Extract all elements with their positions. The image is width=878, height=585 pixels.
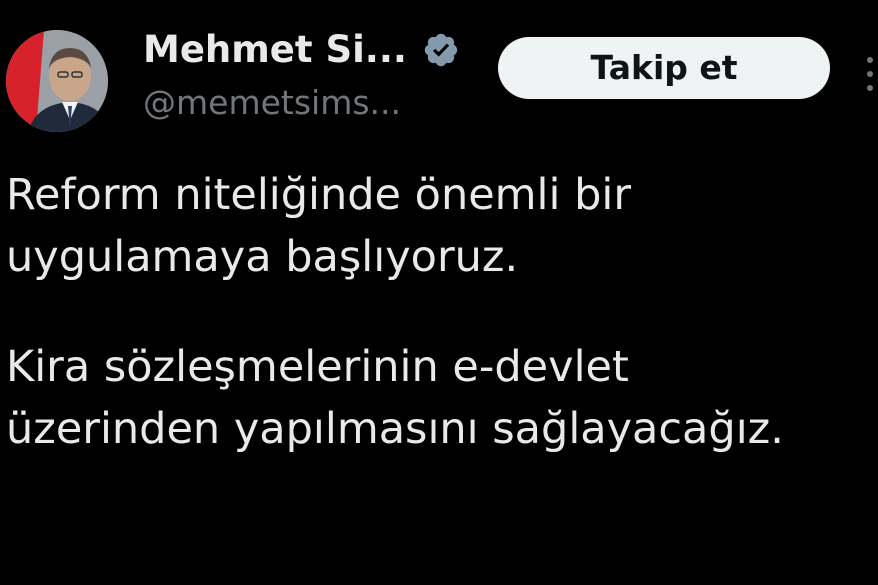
follow-button[interactable]: Takip et: [498, 37, 830, 99]
author-handle[interactable]: @memetsims...: [143, 82, 401, 124]
tweet-paragraph-2-line-1: Kira sözleşmelerinin e-devlet: [6, 342, 629, 392]
tweet-text: Reform niteliğinde önemli bir uygulamaya…: [6, 164, 878, 460]
verified-badge-icon: [424, 33, 458, 67]
tweet-paragraph-2-line-2: üzerinden yapılmasını sağlayacağız.: [6, 404, 784, 454]
avatar[interactable]: [6, 30, 108, 132]
tweet-paragraph-1-line-1: Reform niteliğinde önemli bir: [6, 170, 632, 220]
more-vertical-icon[interactable]: [862, 54, 878, 94]
author-display-name[interactable]: Mehmet Si...: [143, 28, 407, 72]
profile-photo-icon: [6, 30, 108, 132]
tweet-paragraph-1-line-2: uygulamaya başlıyoruz.: [6, 232, 519, 282]
